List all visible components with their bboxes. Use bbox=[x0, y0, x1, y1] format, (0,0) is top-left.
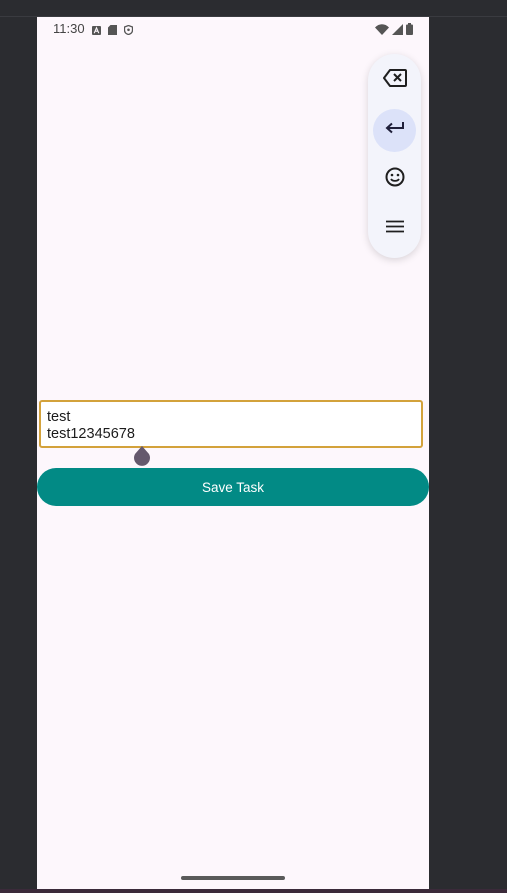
enter-button[interactable] bbox=[373, 109, 416, 152]
signal-icon bbox=[392, 22, 403, 40]
navigation-gesture-bar[interactable] bbox=[181, 876, 285, 880]
backspace-icon bbox=[382, 69, 407, 92]
keyboard-floating-toolbar bbox=[368, 54, 421, 258]
battery-icon bbox=[406, 22, 413, 40]
enter-icon bbox=[385, 121, 405, 140]
window-bottom-edge bbox=[0, 889, 507, 893]
status-icons-left bbox=[92, 22, 134, 40]
status-icons-right bbox=[375, 22, 413, 40]
task-input-line-2: test12345678 bbox=[47, 426, 135, 442]
menu-icon bbox=[385, 220, 404, 238]
text-cursor-handle[interactable] bbox=[133, 446, 151, 468]
task-input-field[interactable]: test test12345678 bbox=[39, 400, 423, 448]
emoji-button[interactable] bbox=[373, 158, 416, 201]
phone-screen: 11:30 test test12345678 Save Task bbox=[37, 17, 429, 889]
menu-button[interactable] bbox=[373, 207, 416, 250]
font-a-icon bbox=[92, 22, 101, 40]
emoji-icon bbox=[385, 167, 405, 192]
window-top-bar bbox=[0, 0, 507, 17]
status-time: 11:30 bbox=[53, 21, 85, 36]
shield-icon bbox=[123, 22, 134, 40]
status-bar: 11:30 bbox=[37, 17, 429, 41]
task-input-line-1: test bbox=[47, 409, 71, 425]
backspace-button[interactable] bbox=[373, 59, 416, 102]
wifi-icon bbox=[375, 22, 389, 40]
save-task-button[interactable]: Save Task bbox=[37, 468, 429, 506]
sd-card-icon bbox=[108, 22, 117, 40]
